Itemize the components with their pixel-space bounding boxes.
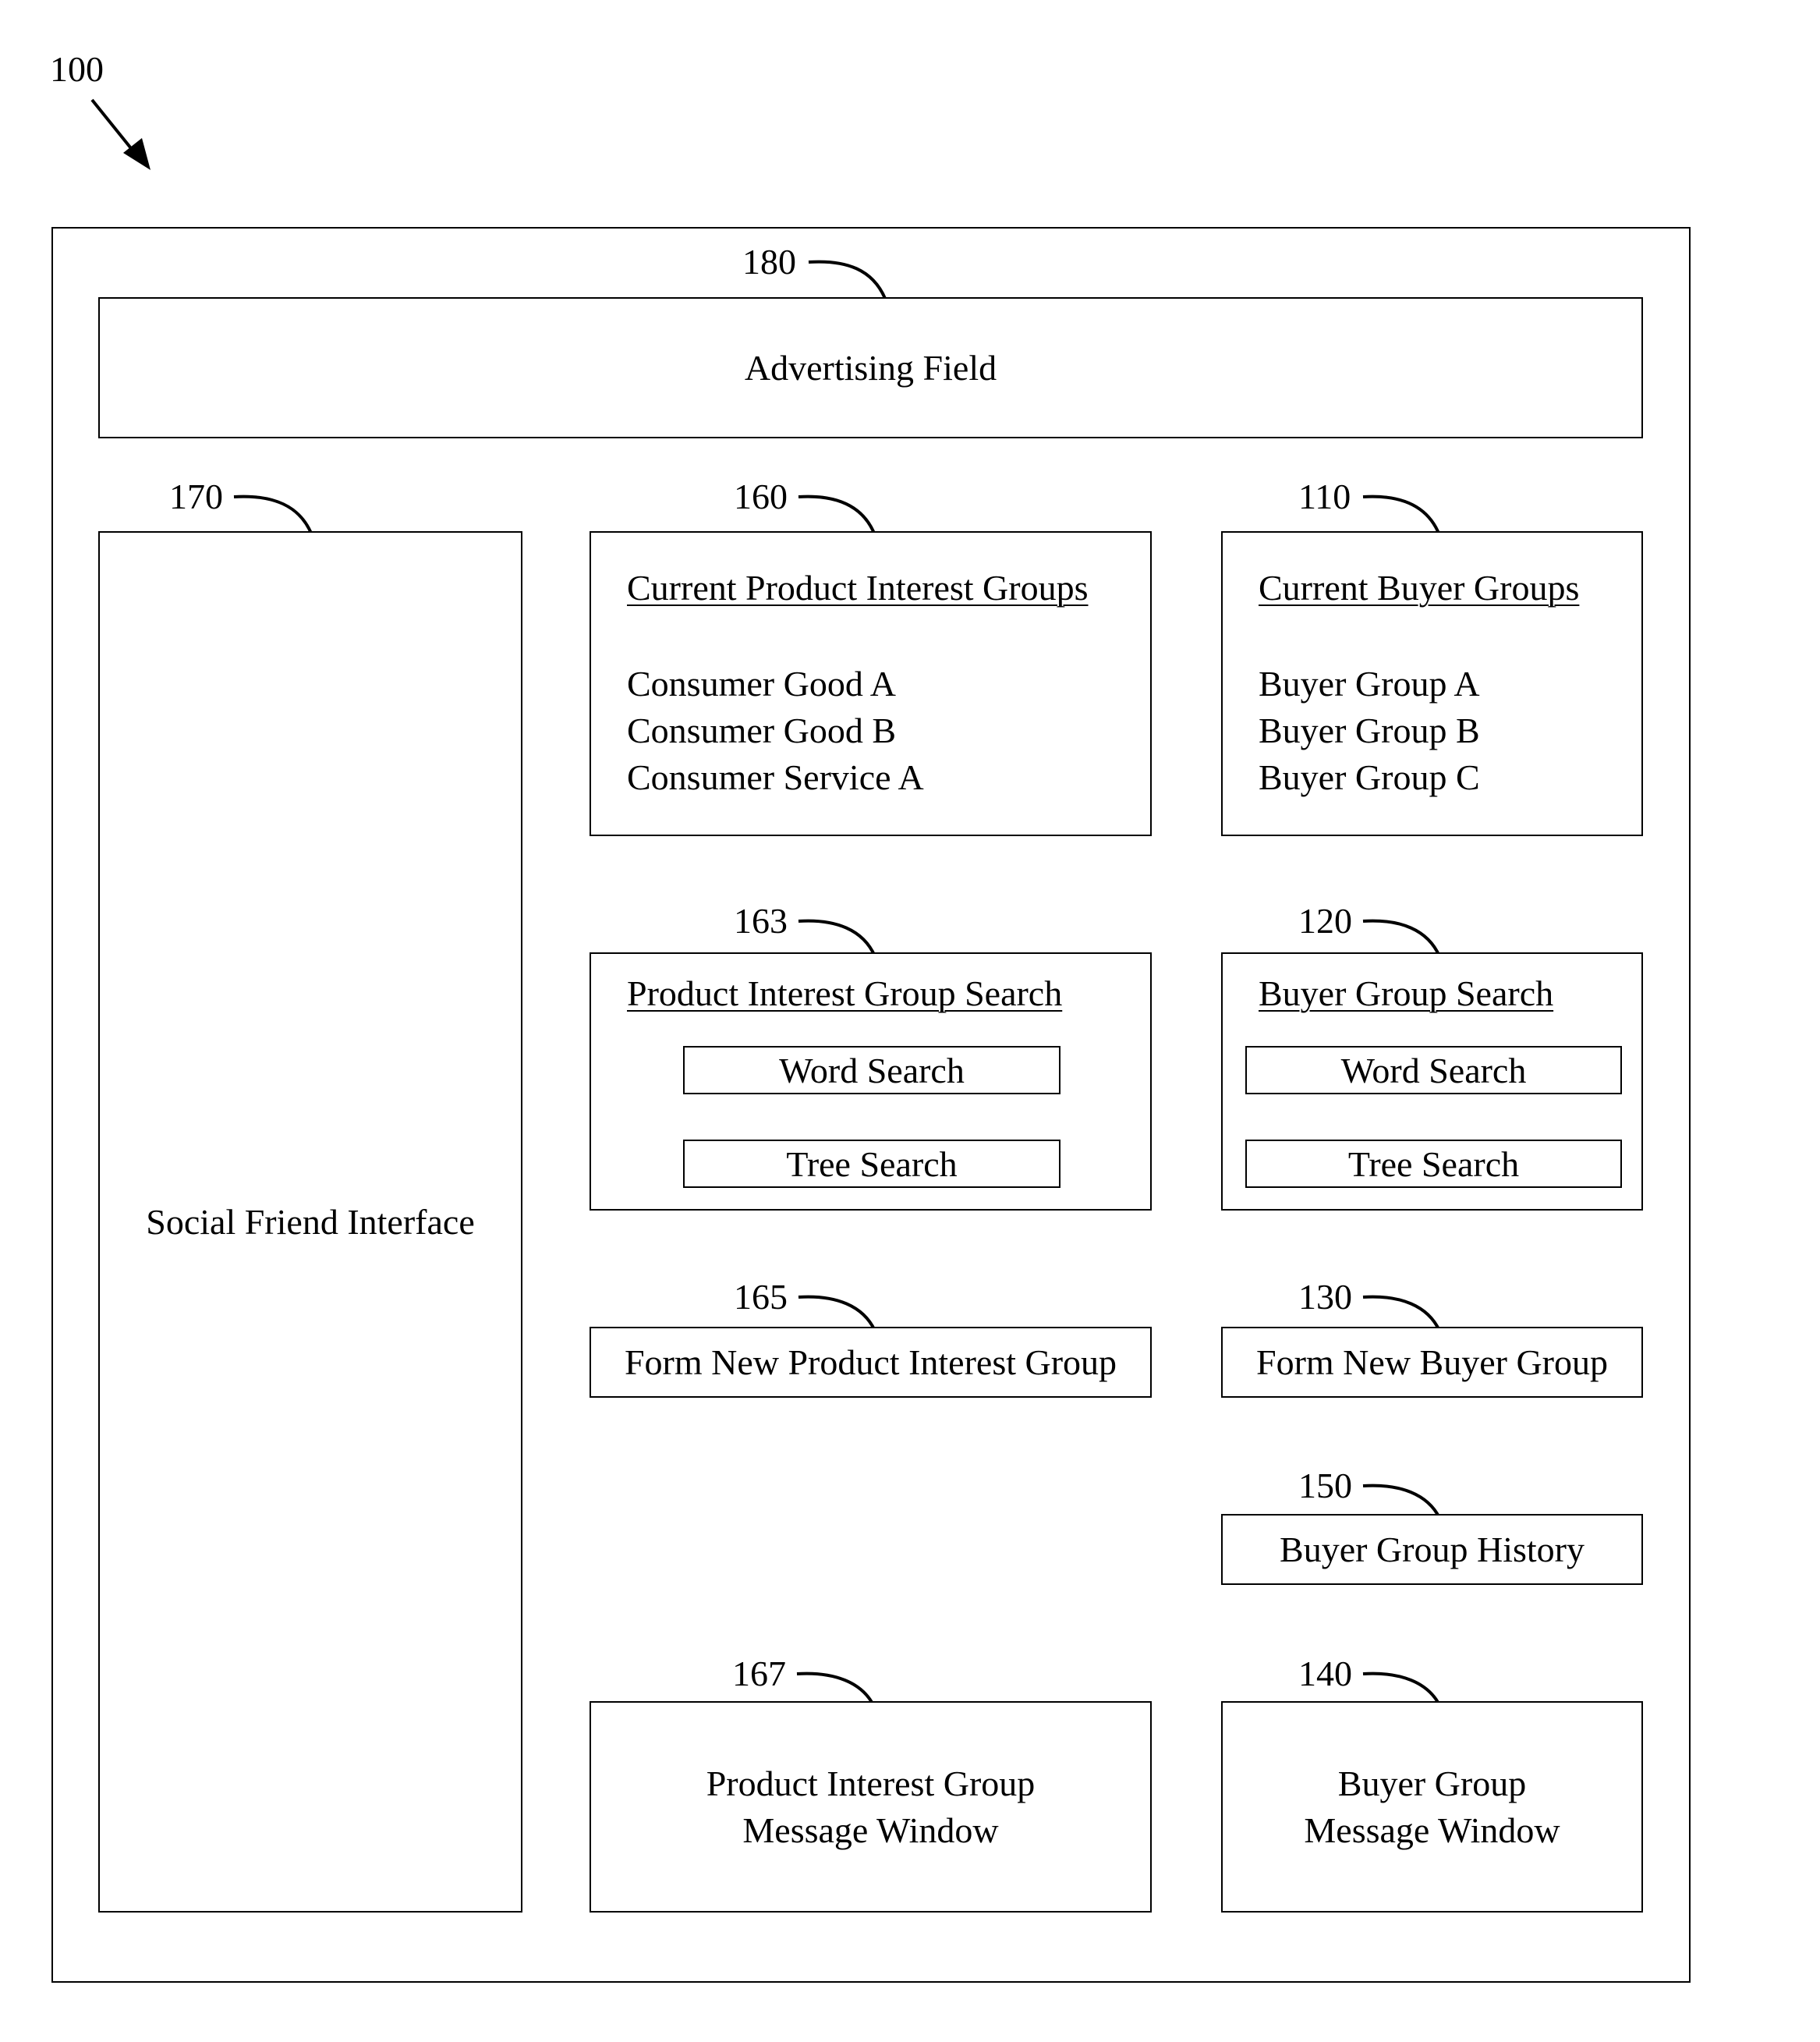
buyer-group-list: Buyer Group A Buyer Group B Buyer Group … xyxy=(1259,661,1480,801)
ref-163: 163 xyxy=(734,901,788,941)
product-interest-group-item[interactable]: Consumer Service A xyxy=(627,754,924,801)
product-interest-group-item[interactable]: Consumer Good B xyxy=(627,707,924,754)
buyer-group-search-heading: Buyer Group Search xyxy=(1259,973,1554,1013)
product-message-window-title-line2: Message Window xyxy=(742,1810,999,1850)
advertising-field[interactable]: Advertising Field xyxy=(98,297,1643,438)
current-product-interest-groups-heading: Current Product Interest Groups xyxy=(627,568,1089,608)
product-word-search-button[interactable]: Word Search xyxy=(683,1046,1060,1094)
form-new-buyer-group-label: Form New Buyer Group xyxy=(1256,1342,1608,1382)
ref-167: 167 xyxy=(732,1654,786,1693)
buyer-tree-search-button[interactable]: Tree Search xyxy=(1245,1140,1622,1188)
ref-120: 120 xyxy=(1298,901,1352,941)
product-interest-group-list: Consumer Good A Consumer Good B Consumer… xyxy=(627,661,924,801)
ref-110: 110 xyxy=(1298,477,1351,516)
ref-150: 150 xyxy=(1298,1466,1352,1505)
ref-180: 180 xyxy=(742,242,796,282)
product-tree-search-button[interactable]: Tree Search xyxy=(683,1140,1060,1188)
product-interest-group-search-panel: Product Interest Group Search Word Searc… xyxy=(590,952,1152,1211)
product-interest-group-search-heading: Product Interest Group Search xyxy=(627,973,1063,1013)
buyer-group-history-button[interactable]: Buyer Group History xyxy=(1221,1514,1643,1585)
buyer-group-item[interactable]: Buyer Group B xyxy=(1259,707,1480,754)
buyer-word-search-button[interactable]: Word Search xyxy=(1245,1046,1622,1094)
ref-170: 170 xyxy=(169,477,223,516)
social-friend-interface[interactable]: Social Friend Interface xyxy=(98,531,522,1913)
buyer-group-message-window[interactable]: Buyer Group Message Window xyxy=(1221,1701,1643,1913)
product-interest-group-message-window[interactable]: Product Interest Group Message Window xyxy=(590,1701,1152,1913)
advertising-field-label: Advertising Field xyxy=(744,347,997,388)
current-buyer-groups-heading: Current Buyer Groups xyxy=(1259,568,1580,608)
buyer-group-item[interactable]: Buyer Group A xyxy=(1259,661,1480,707)
product-interest-group-item[interactable]: Consumer Good A xyxy=(627,661,924,707)
ref-160: 160 xyxy=(734,477,788,516)
form-new-product-interest-group-label: Form New Product Interest Group xyxy=(624,1342,1117,1382)
social-friend-interface-label: Social Friend Interface xyxy=(146,1201,475,1242)
buyer-message-window-title-line2: Message Window xyxy=(1304,1810,1560,1850)
buyer-message-window-title-line1: Buyer Group xyxy=(1337,1763,1527,1803)
ref-140: 140 xyxy=(1298,1654,1352,1693)
buyer-group-search-panel: Buyer Group Search Word Search Tree Sear… xyxy=(1221,952,1643,1211)
ref-165: 165 xyxy=(734,1277,788,1317)
figure-ref-number: 100 xyxy=(50,49,104,89)
current-buyer-groups-panel: Current Buyer Groups Buyer Group A Buyer… xyxy=(1221,531,1643,836)
buyer-group-item[interactable]: Buyer Group C xyxy=(1259,754,1480,801)
figure-arrow-icon xyxy=(90,98,150,170)
form-new-buyer-group-button[interactable]: Form New Buyer Group xyxy=(1221,1327,1643,1398)
current-product-interest-groups-panel: Current Product Interest Groups Consumer… xyxy=(590,531,1152,836)
ref-130: 130 xyxy=(1298,1277,1352,1317)
buyer-group-history-label: Buyer Group History xyxy=(1280,1529,1585,1569)
product-message-window-title-line1: Product Interest Group xyxy=(706,1763,1036,1803)
form-new-product-interest-group-button[interactable]: Form New Product Interest Group xyxy=(590,1327,1152,1398)
